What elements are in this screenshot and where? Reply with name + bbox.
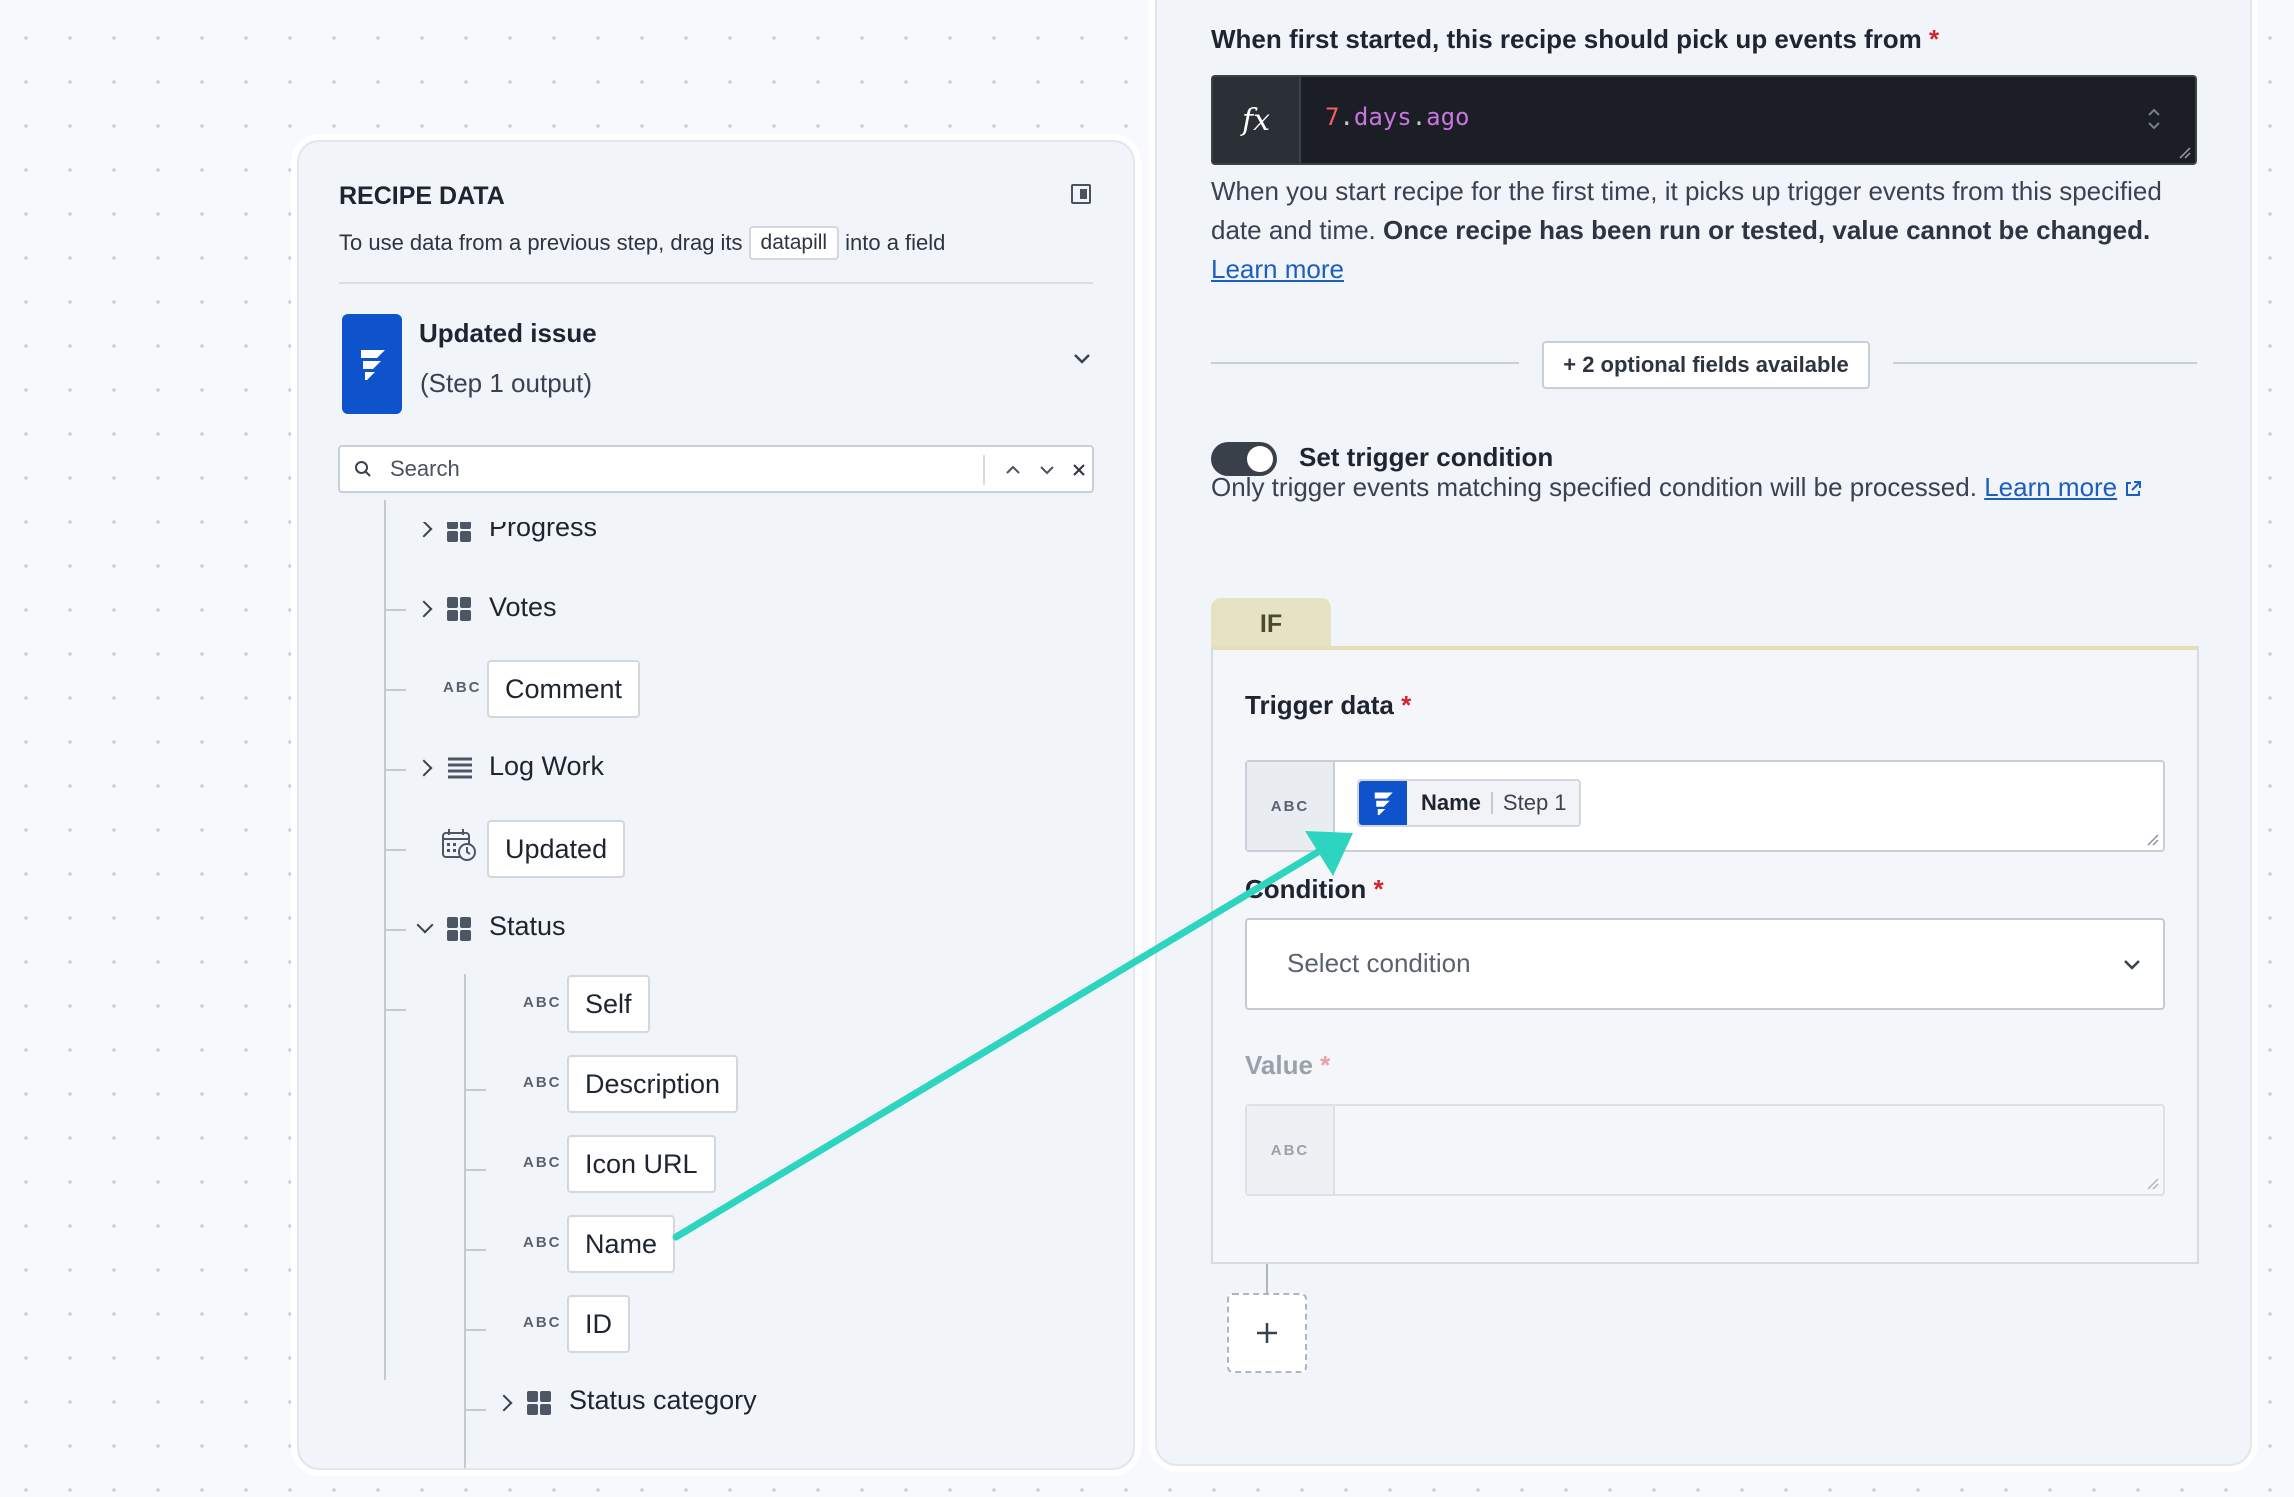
drag-arrow-icon	[672, 831, 1353, 1241]
